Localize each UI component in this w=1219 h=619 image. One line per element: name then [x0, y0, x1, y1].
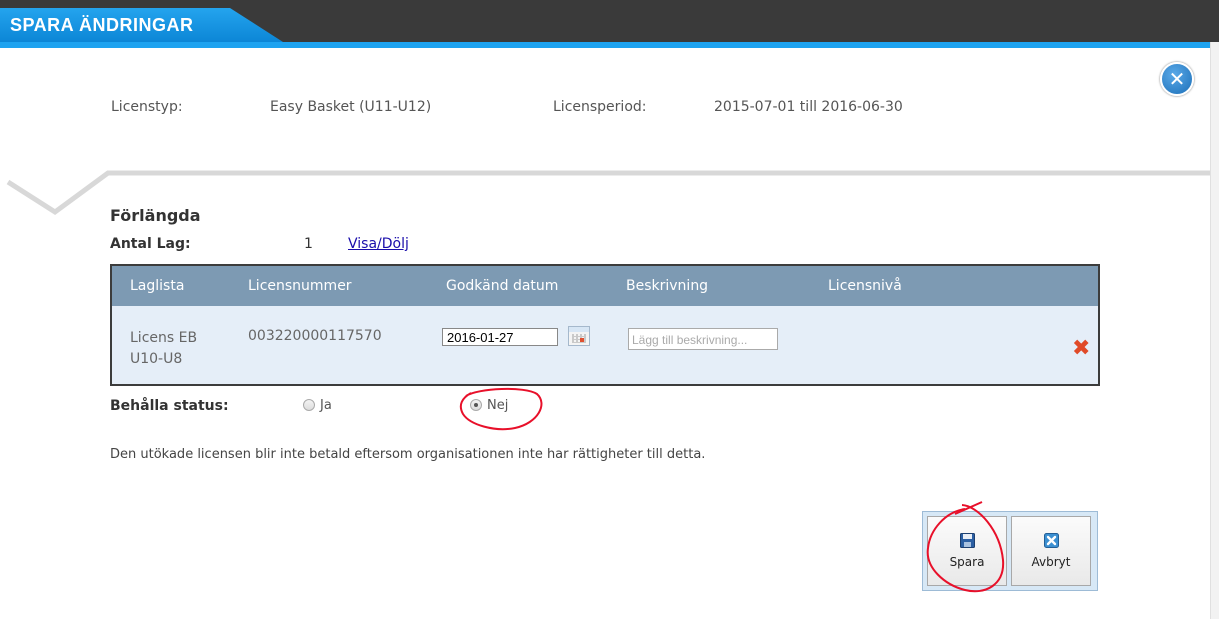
keep-status-label: Behålla status:	[110, 398, 229, 414]
column-header-licensnummer: Licensnummer	[248, 278, 352, 294]
radio-ja[interactable]	[303, 399, 315, 411]
license-period-label: Licensperiod:	[553, 99, 647, 115]
column-header-godkand-datum: Godkänd datum	[446, 278, 559, 294]
cancel-button[interactable]: Avbryt	[1011, 516, 1091, 586]
cell-licensnummer: 003220000117570	[248, 328, 382, 344]
column-header-laglista: Laglista	[130, 278, 185, 294]
delete-icon[interactable]: ✖	[1072, 338, 1090, 360]
license-type-value: Easy Basket (U11-U12)	[270, 99, 432, 115]
background-page-edge	[1210, 42, 1219, 619]
license-type-label: Licenstyp:	[111, 99, 183, 115]
description-input[interactable]: Lägg till beskrivning...	[628, 328, 778, 350]
notice-text: Den utökade licensen blir inte betald ef…	[110, 447, 706, 462]
cancel-x-icon	[1044, 533, 1059, 548]
floppy-disk-icon	[960, 533, 975, 548]
save-button-label: Spara	[949, 555, 985, 569]
dialog-title: SPARA ÄNDRINGAR	[10, 15, 194, 35]
table-header: Laglista Licensnummer Godkänd datum Besk…	[112, 266, 1098, 306]
section-title: Förlängda	[110, 206, 201, 225]
save-button[interactable]: Spara	[927, 516, 1007, 586]
team-count-value: 1	[304, 236, 313, 252]
radio-nej[interactable]	[470, 399, 482, 411]
column-header-beskrivning: Beskrivning	[626, 278, 709, 294]
title-underline	[0, 42, 1210, 48]
license-period-value: 2015-07-01 till 2016-06-30	[714, 99, 903, 115]
calendar-icon[interactable]	[568, 326, 590, 346]
cell-laglista-line1: Licens EB	[130, 330, 198, 346]
close-icon[interactable]: ✕	[1160, 62, 1194, 96]
action-buttons: Spara Avbryt	[922, 511, 1098, 591]
team-count-label: Antal Lag:	[110, 236, 191, 252]
show-hide-link[interactable]: Visa/Dölj	[348, 236, 409, 252]
column-header-licensniva: Licensnivå	[828, 278, 902, 294]
cell-laglista-line2: U10-U8	[130, 351, 183, 367]
approved-date-input[interactable]: 2016-01-27	[442, 328, 558, 346]
cancel-button-label: Avbryt	[1031, 555, 1071, 569]
license-table: Laglista Licensnummer Godkänd datum Besk…	[110, 264, 1100, 386]
radio-ja-label: Ja	[320, 398, 332, 413]
radio-nej-label: Nej	[487, 398, 509, 413]
